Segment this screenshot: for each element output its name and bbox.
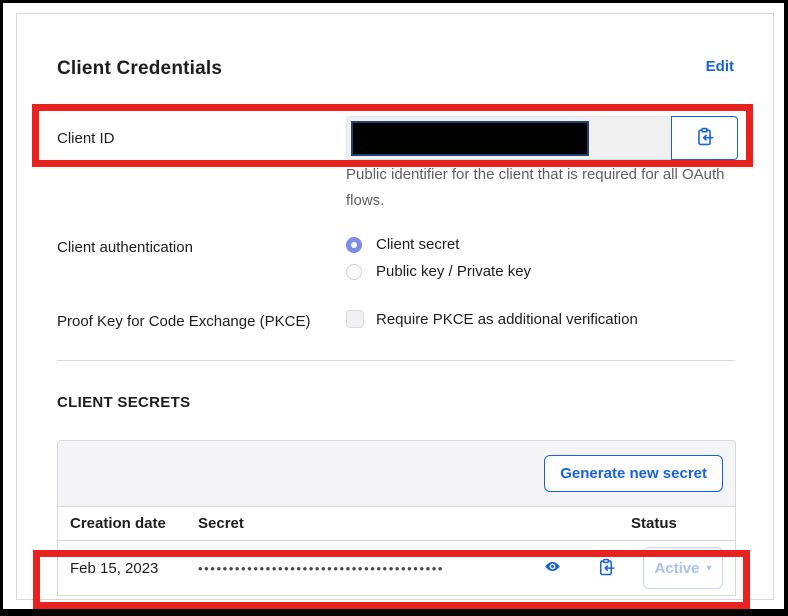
radio-public-private-key-label: Public key / Private key (376, 263, 531, 280)
chevron-down-icon: ▾ (707, 563, 712, 574)
checkbox-unchecked-icon[interactable] (346, 310, 364, 328)
client-authentication-label: Client authentication (57, 236, 346, 256)
client-authentication-row: Client authentication Client secret Publ… (57, 236, 734, 290)
generate-new-secret-button[interactable]: Generate new secret (544, 455, 723, 492)
client-id-redacted-value (351, 121, 589, 156)
status-dropdown-button[interactable]: Active ▾ (643, 547, 723, 589)
pkce-checkbox-label: Require PKCE as additional verification (376, 311, 638, 328)
copy-secret-button[interactable] (597, 558, 615, 579)
secret-creation-date: Feb 15, 2023 (70, 560, 198, 577)
client-id-label: Client ID (57, 116, 346, 147)
pkce-checkbox-option[interactable]: Require PKCE as additional verification (346, 310, 734, 328)
pkce-label: Proof Key for Code Exchange (PKCE) (57, 310, 346, 330)
show-secret-button[interactable] (544, 558, 561, 578)
client-id-help-text: Public identifier for the client that is… (346, 162, 738, 214)
radio-unselected-icon[interactable] (346, 264, 362, 280)
client-id-row: Client ID Public ide (57, 116, 734, 214)
section-divider (57, 360, 734, 361)
radio-client-secret[interactable]: Client secret (346, 236, 734, 253)
copy-to-clipboard-icon (695, 127, 714, 149)
pkce-row: Proof Key for Code Exchange (PKCE) Requi… (57, 310, 734, 330)
radio-public-private-key[interactable]: Public key / Private key (346, 263, 734, 280)
page-title: Client Credentials (57, 58, 222, 80)
radio-client-secret-label: Client secret (376, 236, 459, 253)
client-id-field[interactable] (346, 116, 671, 160)
secret-masked-value: •••••••••••••••••••••••••••••••••••••••• (198, 561, 544, 576)
client-secrets-heading: CLIENT SECRETS (57, 394, 734, 411)
table-toolbar: Generate new secret (58, 441, 735, 507)
column-header-creation-date: Creation date (70, 515, 198, 532)
client-credentials-card: Client Credentials Edit Client ID (16, 13, 774, 600)
card-header: Client Credentials Edit (57, 58, 734, 80)
table-header-row: Creation date Secret Status (58, 507, 735, 541)
radio-selected-icon[interactable] (346, 237, 362, 253)
eye-icon (544, 558, 561, 578)
copy-client-id-button[interactable] (671, 116, 738, 160)
column-header-secret: Secret (198, 515, 631, 532)
copy-to-clipboard-icon (597, 558, 615, 579)
client-secrets-table: Generate new secret Creation date Secret… (57, 440, 736, 596)
secret-table-row: Feb 15, 2023 •••••••••••••••••••••••••••… (58, 541, 735, 595)
column-header-status: Status (631, 515, 723, 532)
status-label: Active (654, 560, 699, 577)
edit-link[interactable]: Edit (706, 58, 734, 75)
